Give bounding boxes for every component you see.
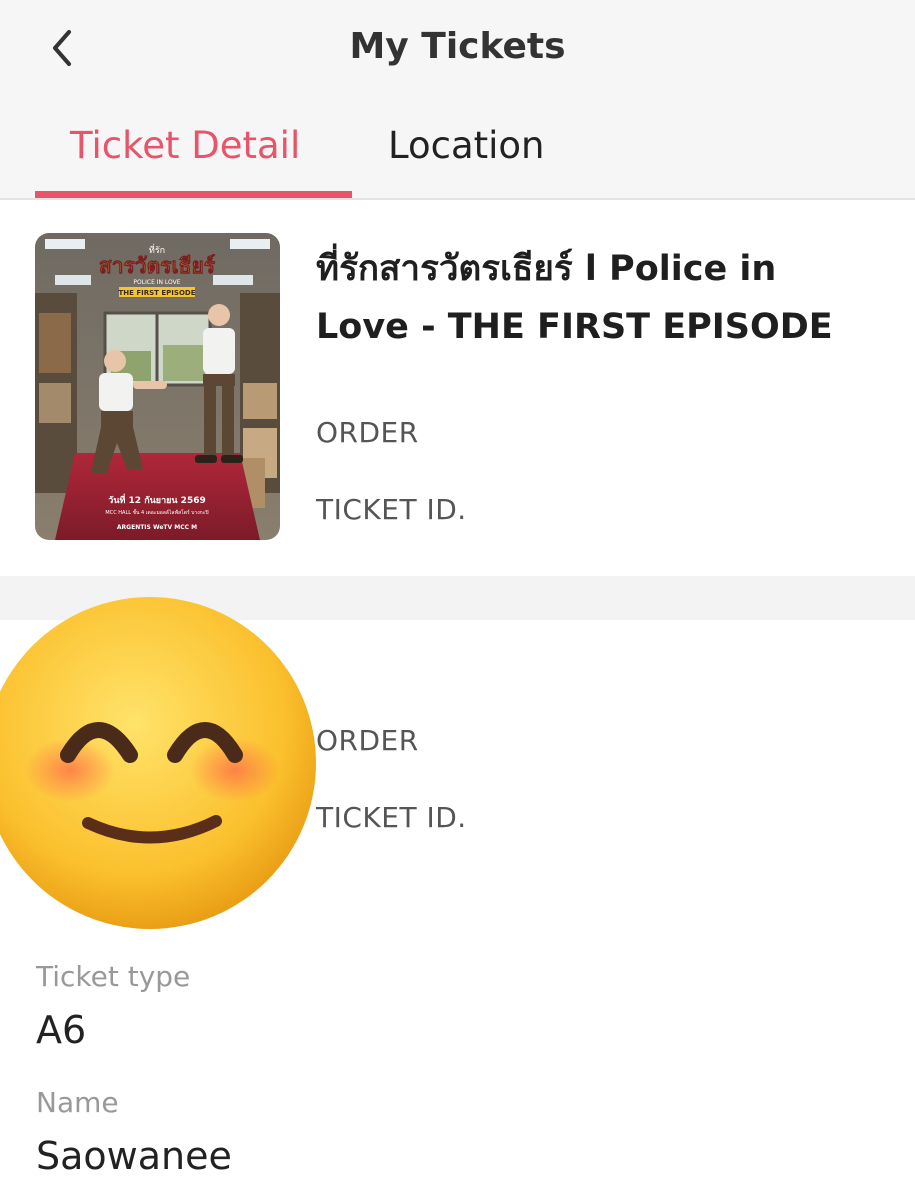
tab-ticket-detail[interactable]: Ticket Detail	[70, 124, 300, 167]
name-value: Saowanee	[36, 1134, 232, 1178]
poster-episode: THE FIRST EPISODE	[119, 289, 196, 297]
tab-location[interactable]: Location	[388, 124, 545, 167]
order-label: ORDER	[316, 416, 419, 449]
event-title: ที่รักสารวัตรเธียร์ l Police in Love - T…	[316, 240, 876, 356]
order-label-2: ORDER	[316, 724, 419, 757]
smiling-face-emoji-icon	[0, 595, 325, 935]
ticket-type-value: A6	[36, 1008, 87, 1052]
ticket-id-label-2: TICKET ID.	[316, 801, 467, 834]
active-tab-indicator	[35, 191, 352, 198]
name-label: Name	[36, 1086, 119, 1119]
event-title-line-2: Love - THE FIRST EPISODE	[316, 307, 833, 347]
ticket-type-label: Ticket type	[36, 960, 191, 993]
event-title-line-1: ที่รักสารวัตรเธียร์ l Police in	[316, 249, 777, 289]
poster-sponsors: ARGENTIS WeTV MCC M	[117, 524, 197, 531]
page-title: My Tickets	[349, 26, 566, 67]
event-poster[interactable]: ที่รัก สารวัตรเธียร์ POLICE IN LOVE THE …	[35, 233, 280, 540]
poster-subtitle: POLICE IN LOVE	[133, 279, 180, 286]
poster-title: สารวัตรเธียร์	[99, 254, 216, 278]
app-header: My Tickets Ticket Detail Location	[0, 0, 915, 200]
ticket-id-label: TICKET ID.	[316, 493, 467, 526]
